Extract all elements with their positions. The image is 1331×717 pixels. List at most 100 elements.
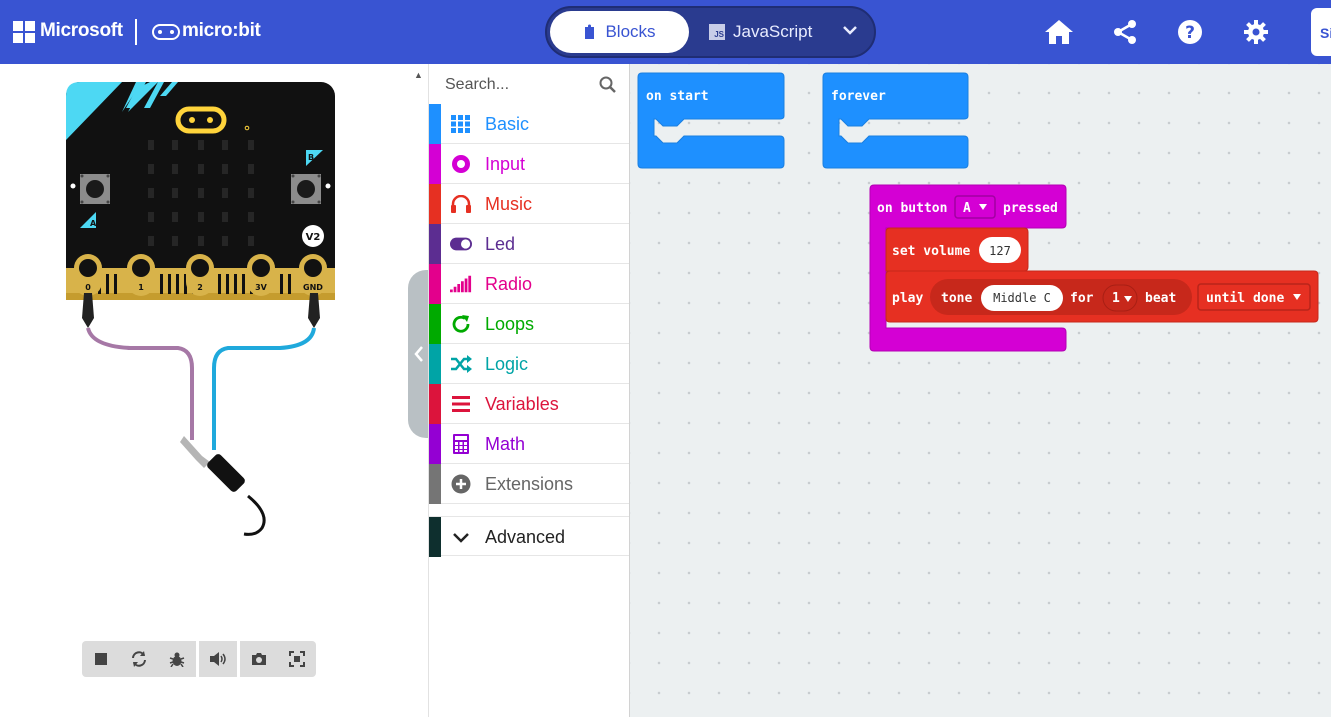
button-dropdown[interactable]: A bbox=[954, 195, 996, 219]
volume-value: 127 bbox=[989, 244, 1011, 258]
screenshot-icon[interactable] bbox=[240, 641, 278, 677]
toggle-icon bbox=[450, 233, 472, 255]
tone-label: tone bbox=[941, 291, 972, 306]
play-mode-value: until done bbox=[1206, 291, 1284, 306]
settings-icon[interactable] bbox=[1240, 16, 1272, 48]
home-icon[interactable] bbox=[1043, 16, 1075, 48]
forever-label: forever bbox=[831, 89, 886, 104]
microbit-logo-icon bbox=[152, 24, 180, 40]
calculator-icon bbox=[450, 433, 472, 455]
category-label: Radio bbox=[485, 274, 533, 294]
scroll-up-icon[interactable]: ▲ bbox=[414, 70, 423, 80]
search-input[interactable]: Search... bbox=[445, 76, 509, 94]
stop-icon[interactable] bbox=[82, 641, 120, 677]
microbit-board[interactable]: A B V2 0 1 2 3V GND bbox=[60, 78, 350, 548]
microsoft-logo-icon[interactable] bbox=[13, 21, 35, 43]
microsoft-brand[interactable]: Microsoft bbox=[40, 20, 123, 42]
header: Microsoft micro:bit Blocks JS JavaScript… bbox=[0, 0, 1331, 64]
version-badge: V2 bbox=[306, 232, 321, 243]
svg-text:?: ? bbox=[1185, 23, 1195, 43]
volume-input[interactable]: 127 bbox=[979, 237, 1021, 263]
on-start-label: on start bbox=[646, 89, 709, 104]
tab-blocks[interactable]: Blocks bbox=[550, 11, 689, 53]
simulator-panel: A B V2 0 1 2 3V GND ▲ bbox=[0, 64, 428, 717]
category-label: Input bbox=[485, 154, 526, 174]
note-value: Middle C bbox=[993, 291, 1051, 305]
chevron-left-icon bbox=[414, 346, 423, 362]
pin-label-2: 2 bbox=[197, 283, 203, 292]
debug-icon[interactable] bbox=[158, 641, 196, 677]
toolbox-search[interactable]: Search... bbox=[429, 64, 629, 106]
plus-circle-icon bbox=[450, 473, 472, 495]
category-extensions[interactable]: Extensions bbox=[429, 464, 629, 504]
restart-icon[interactable] bbox=[120, 641, 158, 677]
category-label: Logic bbox=[485, 354, 529, 374]
headphones-icon bbox=[450, 193, 472, 215]
button-a[interactable] bbox=[80, 174, 110, 204]
sign-in-button[interactable]: Si bbox=[1311, 8, 1331, 56]
pin-label-0: 0 bbox=[85, 283, 91, 292]
category-label: Loops bbox=[485, 314, 535, 334]
beat-label: beat bbox=[1145, 291, 1176, 306]
set-volume-block[interactable]: set volume 127 bbox=[885, 227, 1029, 272]
tab-javascript-label: JavaScript bbox=[733, 22, 813, 41]
button-b[interactable] bbox=[291, 174, 321, 204]
wire-purple bbox=[86, 327, 194, 440]
headphone-jack bbox=[180, 436, 266, 536]
list-icon bbox=[450, 393, 472, 415]
pin-label-1: 1 bbox=[138, 283, 144, 292]
javascript-icon: JS bbox=[709, 24, 725, 40]
simulator-toolbar bbox=[82, 641, 316, 677]
set-volume-label: set volume bbox=[892, 244, 970, 259]
button-dropdown-value: A bbox=[963, 201, 971, 216]
tone-reporter[interactable]: tone Middle C for 1 beat bbox=[930, 279, 1192, 315]
category-variables[interactable]: Variables bbox=[429, 384, 629, 424]
category-input[interactable]: Input bbox=[429, 144, 629, 184]
chevron-down-icon[interactable] bbox=[840, 20, 860, 40]
signal-icon bbox=[450, 273, 472, 295]
play-label: play bbox=[892, 291, 923, 306]
category-loops[interactable]: Loops bbox=[429, 304, 629, 344]
puzzle-icon bbox=[585, 24, 595, 39]
share-icon[interactable] bbox=[1109, 16, 1141, 48]
category-label: Advanced bbox=[485, 527, 566, 547]
category-logic[interactable]: Logic bbox=[429, 344, 629, 384]
category-label: Led bbox=[485, 234, 516, 254]
beats-dropdown[interactable]: 1 bbox=[1102, 284, 1138, 312]
pin-label-gnd: GND bbox=[303, 283, 323, 292]
category-advanced[interactable]: Advanced bbox=[429, 516, 629, 557]
category-led[interactable]: Led bbox=[429, 224, 629, 264]
play-tone-block[interactable]: play tone Middle C for 1 beat until done bbox=[885, 270, 1319, 323]
category-label: Music bbox=[485, 194, 533, 214]
category-music[interactable]: Music bbox=[429, 184, 629, 224]
collapse-simulator-button[interactable] bbox=[408, 270, 430, 438]
category-math[interactable]: Math bbox=[429, 424, 629, 464]
category-label: Variables bbox=[485, 394, 559, 414]
on-button-label: on button bbox=[877, 201, 947, 216]
play-mode-dropdown[interactable]: until done bbox=[1197, 283, 1311, 311]
mute-icon[interactable] bbox=[199, 641, 237, 677]
blocks-workspace[interactable]: on start forever on button A pressed set… bbox=[630, 64, 1331, 717]
brand-divider bbox=[135, 19, 137, 45]
refresh-icon bbox=[450, 313, 472, 335]
button-b-label: B bbox=[308, 153, 314, 162]
microbit-brand[interactable]: micro:bit bbox=[182, 20, 261, 42]
input-icon bbox=[450, 153, 472, 175]
tab-blocks-label: Blocks bbox=[605, 22, 656, 41]
category-label: Basic bbox=[485, 114, 530, 134]
category-basic[interactable]: Basic bbox=[429, 104, 629, 144]
shuffle-icon bbox=[450, 353, 472, 375]
grid-icon bbox=[450, 113, 472, 135]
editor-mode-switch: Blocks JS JavaScript bbox=[545, 6, 876, 58]
help-icon[interactable]: ? bbox=[1174, 16, 1206, 48]
forever-block[interactable]: forever bbox=[822, 72, 969, 169]
tab-javascript[interactable]: JS JavaScript bbox=[709, 11, 812, 53]
beats-value: 1 bbox=[1112, 291, 1120, 306]
on-start-block[interactable]: on start bbox=[637, 72, 785, 169]
alligator-clip-pin0 bbox=[82, 293, 94, 328]
category-radio[interactable]: Radio bbox=[429, 264, 629, 304]
for-label: for bbox=[1070, 291, 1094, 306]
fullscreen-icon[interactable] bbox=[278, 641, 316, 677]
note-input[interactable]: Middle C bbox=[981, 285, 1063, 311]
search-icon[interactable] bbox=[599, 76, 617, 94]
